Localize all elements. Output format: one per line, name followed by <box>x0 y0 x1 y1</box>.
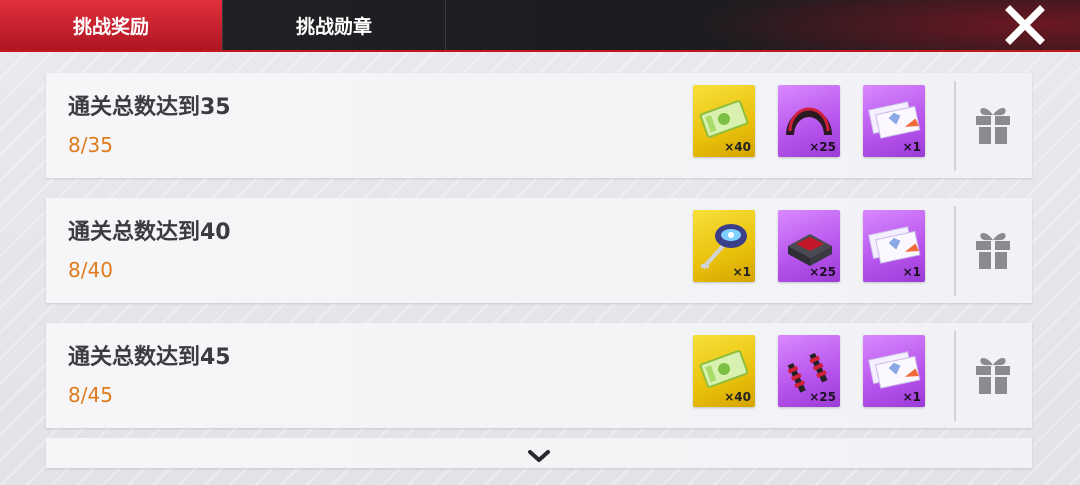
reward-item[interactable]: ×40 <box>693 335 755 407</box>
row-progress: 8/40 <box>68 258 113 282</box>
close-icon <box>1005 5 1045 45</box>
row-title: 通关总数达到45 <box>68 345 231 370</box>
reward-row: 通关总数达到40 8/40 ×1 ×25 ×1 <box>46 198 1032 303</box>
tab-challenge-medals[interactable]: 挑战勋章 <box>222 0 446 50</box>
reward-item[interactable]: ×1 <box>693 210 755 282</box>
reward-qty: ×1 <box>732 265 751 279</box>
reward-qty: ×25 <box>809 265 836 279</box>
reward-row: 通关总数达到35 8/35 ×40 ×25 ×1 <box>46 73 1032 178</box>
claim-gift-button[interactable] <box>974 353 1012 395</box>
chevron-down-icon <box>528 450 550 462</box>
divider <box>954 81 956 171</box>
reward-qty: ×1 <box>902 390 921 404</box>
reward-qty: ×1 <box>902 265 921 279</box>
reward-qty: ×25 <box>809 140 836 154</box>
claim-gift-button[interactable] <box>974 103 1012 145</box>
reward-qty: ×40 <box>724 390 751 404</box>
reward-row: 通关总数达到45 8/45 ×40 ×25 ×1 <box>46 323 1032 428</box>
row-title: 通关总数达到35 <box>68 95 231 120</box>
reward-item[interactable]: ×25 <box>778 85 840 157</box>
divider <box>954 206 956 296</box>
top-bar: 挑战奖励 挑战勋章 <box>0 0 1080 50</box>
reward-item[interactable]: ×40 <box>693 85 755 157</box>
tab-challenge-rewards[interactable]: 挑战奖励 <box>0 0 222 50</box>
reward-item[interactable]: ×1 <box>863 335 925 407</box>
scroll-down-button[interactable] <box>526 448 552 464</box>
reward-qty: ×40 <box>724 140 751 154</box>
close-button[interactable] <box>1004 4 1046 46</box>
claim-gift-button[interactable] <box>974 228 1012 270</box>
reward-qty: ×25 <box>809 390 836 404</box>
reward-item[interactable]: ×1 <box>863 210 925 282</box>
gift-icon <box>976 233 1010 269</box>
reward-item[interactable]: ×25 <box>778 335 840 407</box>
divider <box>954 331 956 421</box>
reward-qty: ×1 <box>902 140 921 154</box>
row-title: 通关总数达到40 <box>68 220 231 245</box>
row-progress: 8/35 <box>68 133 113 157</box>
gift-icon <box>976 358 1010 394</box>
gift-icon <box>976 108 1010 144</box>
row-progress: 8/45 <box>68 383 113 407</box>
reward-item[interactable]: ×1 <box>863 85 925 157</box>
reward-item[interactable]: ×25 <box>778 210 840 282</box>
